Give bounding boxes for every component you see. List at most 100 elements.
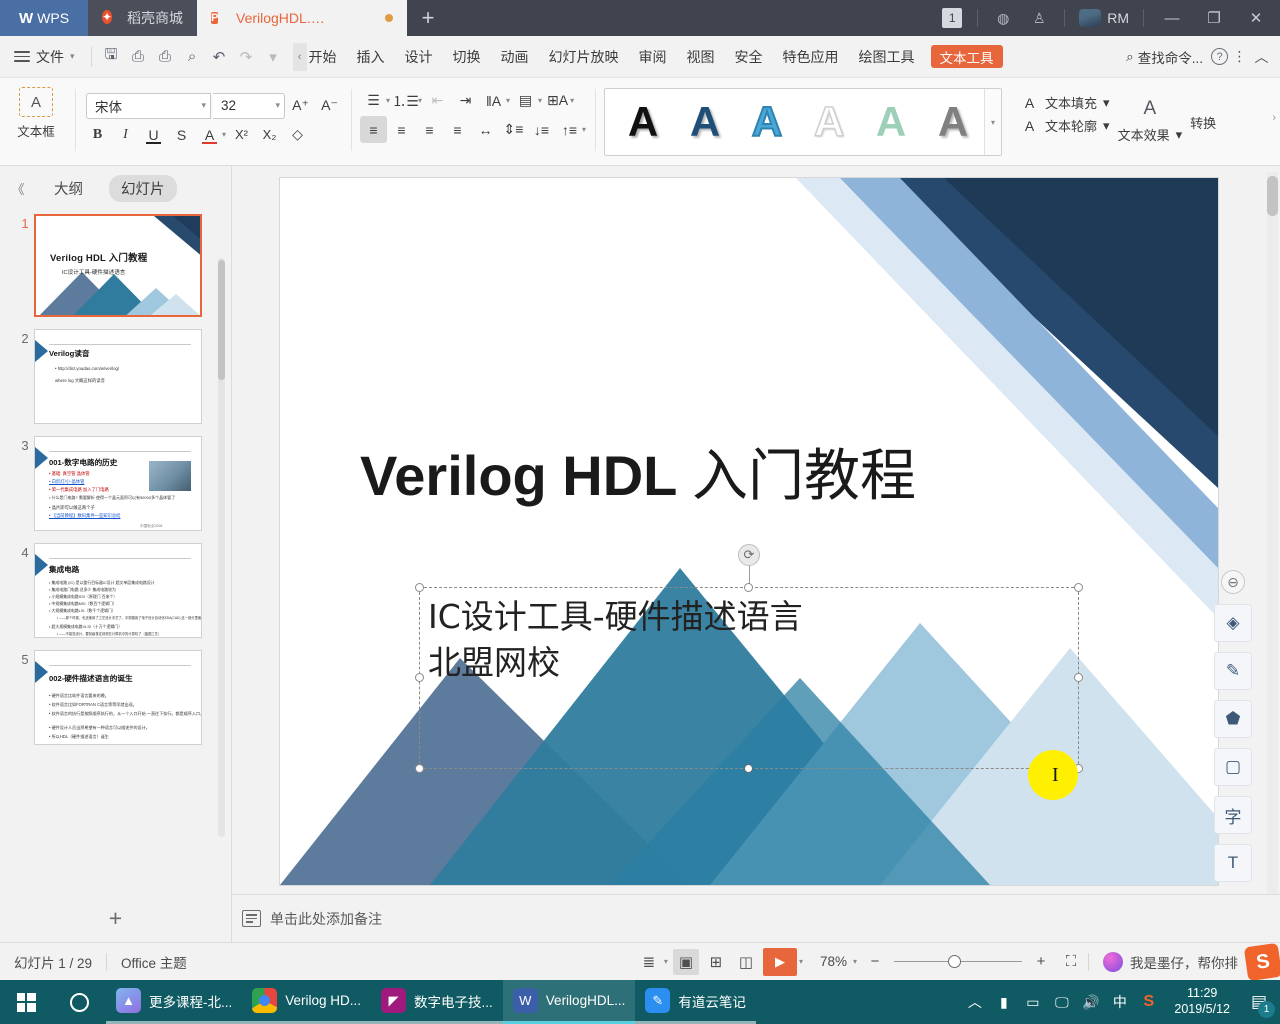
network-icon[interactable]: ▭: [1019, 980, 1046, 1024]
bullet-list-button[interactable]: ☰: [360, 87, 387, 114]
resize-handle-e[interactable]: [1074, 673, 1083, 682]
minimize-button[interactable]: —: [1152, 0, 1192, 36]
thumbnail-item-3[interactable]: 3 001-数字电路的历史 • 基础: 真空管 晶体管 • 白炽灯/小-晶体管 …: [0, 432, 231, 531]
thumbnail-item-1[interactable]: 1 Verilog HDL 入门教程 IC设计工具-硬件描述语言: [0, 210, 231, 317]
assistant-widget[interactable]: 我是墨仔，帮你排: [1093, 951, 1238, 972]
battery-icon[interactable]: ▮: [990, 980, 1017, 1024]
text-effects-button[interactable]: 文本效果 ▾: [1118, 125, 1183, 144]
undo-icon[interactable]: ↶: [206, 42, 233, 72]
reading-view-icon[interactable]: ◫: [733, 949, 759, 975]
rotate-handle[interactable]: ⟳: [738, 544, 760, 566]
subscript-button[interactable]: X₂: [256, 121, 283, 148]
customize-quick-access-icon[interactable]: ▾: [260, 42, 287, 72]
brush-icon[interactable]: ✎: [1214, 652, 1252, 690]
tab-outline[interactable]: 大纲: [42, 175, 95, 202]
distribute-button[interactable]: ↔: [472, 116, 499, 143]
collapse-ribbon-icon[interactable]: ︿: [1252, 47, 1272, 67]
resize-handle-nw[interactable]: [415, 583, 424, 592]
drop-icon[interactable]: ◍: [986, 0, 1020, 36]
zoom-knob[interactable]: [947, 954, 961, 968]
frame-icon[interactable]: ▢: [1214, 748, 1252, 786]
notifications-button[interactable]: ▤ 1: [1242, 980, 1276, 1024]
font-size-combo[interactable]: 32 ▾: [213, 92, 285, 119]
layers-icon[interactable]: ◈: [1214, 604, 1252, 642]
decrease-indent-button[interactable]: ⇤: [424, 87, 451, 114]
space-before-button[interactable]: ↓≡: [528, 116, 555, 143]
wordart-style-4[interactable]: A: [799, 93, 859, 151]
slide-scrollbar-thumb[interactable]: [1267, 176, 1278, 216]
ime-badge-icon[interactable]: S: [1243, 942, 1280, 981]
tab-home[interactable]: 开始: [307, 36, 347, 78]
align-left-button[interactable]: ≡: [360, 116, 387, 143]
tab-shop[interactable]: ✦ 稻壳商城: [88, 0, 197, 36]
zoom-value[interactable]: 78%: [808, 954, 851, 969]
underline-button[interactable]: U: [140, 121, 167, 148]
superscript-button[interactable]: X²: [228, 121, 255, 148]
fit-slide-icon[interactable]: ⛶: [1058, 949, 1084, 975]
tab-slides[interactable]: 幻灯片: [109, 174, 177, 202]
display-icon[interactable]: 🖵: [1048, 980, 1075, 1024]
file-menu-button[interactable]: 文件 ▾: [0, 47, 85, 67]
thumbnail-slide-5[interactable]: 002-硬件描述语言的诞生 • 硬件语言比软件语言要来的晚。 • 软件语言比如F…: [34, 650, 202, 745]
tab-document[interactable]: P VerilogHDL.ppt: [197, 0, 407, 36]
taskbar-app-chrome[interactable]: Verilog HD...: [242, 980, 372, 1024]
print-icon[interactable]: ⎙: [152, 42, 179, 72]
collapse-toolbar-button[interactable]: ⊖: [1221, 570, 1245, 594]
align-right-button[interactable]: ≡: [416, 116, 443, 143]
chevron-down-icon[interactable]: ▾: [799, 957, 803, 966]
more-options-icon[interactable]: ⋮: [1230, 48, 1250, 65]
wordart-style-3[interactable]: A: [737, 93, 797, 151]
slide-scrollbar-track[interactable]: [1267, 172, 1278, 936]
align-text-button[interactable]: ▤: [512, 87, 539, 114]
line-spacing-button[interactable]: ⇕≡: [500, 116, 527, 143]
font-name-combo[interactable]: 宋体 ▾: [86, 92, 211, 119]
redo-icon[interactable]: ↷: [233, 42, 260, 72]
numbered-list-button[interactable]: ⒈☰: [392, 87, 419, 114]
convert-button[interactable]: 转换: [1190, 113, 1216, 132]
taskbar-app-youdao[interactable]: ✎ 有道云笔记: [635, 980, 756, 1024]
start-button[interactable]: [0, 980, 52, 1024]
ime-cn-icon[interactable]: 中: [1106, 980, 1133, 1024]
thumbnail-item-5[interactable]: 5 002-硬件描述语言的诞生 • 硬件语言比软件语言要来的晚。 • 软件语言比…: [0, 646, 231, 745]
fill-icon[interactable]: ⬟: [1214, 700, 1252, 738]
thumbnail-list[interactable]: 1 Verilog HDL 入门教程 IC设计工具-硬件描述语言 2 Veril…: [0, 210, 231, 892]
resize-handle-n[interactable]: [744, 583, 753, 592]
zoom-track[interactable]: [894, 954, 1022, 968]
wordart-gallery[interactable]: A A A A A A ▾: [604, 88, 1003, 156]
tab-animation[interactable]: 动画: [491, 36, 539, 78]
thumbnail-scrollbar-thumb[interactable]: [218, 260, 225, 380]
document-count-badge[interactable]: 1: [935, 0, 969, 36]
tab-featured-apps[interactable]: 特色应用: [773, 36, 849, 78]
zoom-in-button[interactable]: +: [1028, 949, 1054, 975]
thumbnail-slide-1[interactable]: Verilog HDL 入门教程 IC设计工具-硬件描述语言: [34, 214, 202, 317]
slide-title[interactable]: Verilog HDL 入门教程: [360, 431, 916, 512]
justify-button[interactable]: ≡: [444, 116, 471, 143]
tab-security[interactable]: 安全: [725, 36, 773, 78]
tab-slideshow[interactable]: 幻灯片放映: [539, 36, 629, 78]
user-account-button[interactable]: RM: [1073, 9, 1135, 27]
restore-button[interactable]: ❐: [1194, 0, 1234, 36]
textbox-icon[interactable]: T: [1214, 844, 1252, 882]
normal-view-icon[interactable]: ▣: [672, 948, 699, 975]
convert-smartart-button[interactable]: ⊞A: [544, 87, 571, 114]
close-button[interactable]: ✕: [1236, 0, 1276, 36]
text-outline-button[interactable]: A 文本轮廓 ▾: [1020, 116, 1110, 135]
resize-handle-w[interactable]: [415, 673, 424, 682]
insert-textbox-button[interactable]: A 文本框: [5, 83, 67, 140]
wordart-style-5[interactable]: A: [861, 93, 921, 151]
find-replace-icon[interactable]: ⌕: [179, 42, 206, 72]
thumbnail-slide-3[interactable]: 001-数字电路的历史 • 基础: 真空管 晶体管 • 白炽灯/小-晶体管 • …: [34, 436, 202, 531]
chevron-up-icon[interactable]: ︿: [961, 980, 988, 1024]
tab-design[interactable]: 设计: [395, 36, 443, 78]
taskbar-app-foxit[interactable]: ◤ 数字电子技...: [371, 980, 503, 1024]
find-command-button[interactable]: ⌕ 查找命令...: [1120, 47, 1209, 67]
text-direction-button[interactable]: ‖A: [480, 87, 507, 114]
tab-transition[interactable]: 切换: [443, 36, 491, 78]
tab-insert[interactable]: 插入: [347, 36, 395, 78]
taskbar-app-wps-ppt[interactable]: W VerilogHDL...: [502, 980, 636, 1024]
taskbar-app-more-courses[interactable]: ▲ 更多课程-北...: [106, 980, 243, 1024]
zoom-slider[interactable]: − +: [862, 949, 1054, 975]
wordart-gallery-scroller[interactable]: ▾: [984, 89, 1002, 155]
thumbnail-slide-4[interactable]: 集成电路 • 集成电路 (IC) 是以整行目标器IC设计 超文单层集成电路设计 …: [34, 543, 202, 638]
italic-button[interactable]: I: [112, 121, 139, 148]
